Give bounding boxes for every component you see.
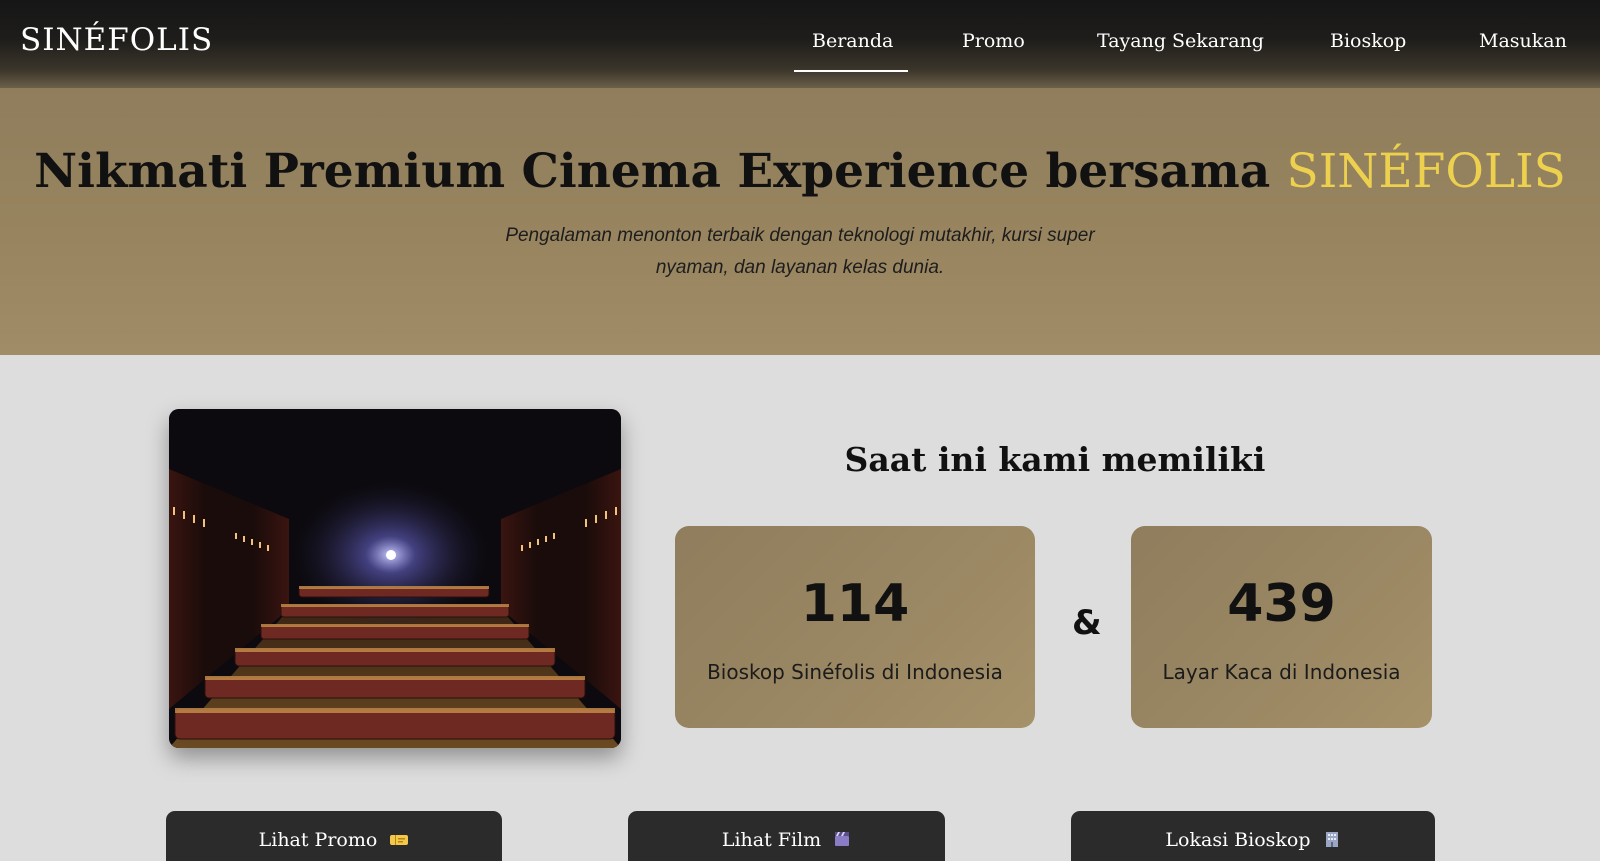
- stat-card-cinemas: 114 Bioskop Sinéfolis di Indonesia: [675, 526, 1035, 728]
- stats-heading: Saat ini kami memiliki: [844, 440, 1266, 479]
- nav-tayang-sekarang[interactable]: Tayang Sekarang: [1097, 30, 1264, 52]
- hero-title-brand: SINÉFOLIS: [1286, 144, 1566, 199]
- site-logo[interactable]: SINÉFOLIS: [20, 22, 213, 58]
- lihat-film-label: Lihat Film: [721, 829, 822, 851]
- hero-subtitle-line1: Pengalaman menonton terbaik dengan tekno…: [505, 225, 1095, 246]
- stat-label-screens: Layar Kaca di Indonesia: [1162, 660, 1401, 684]
- clapperboard-icon: [833, 830, 851, 853]
- lihat-promo-label: Lihat Promo: [258, 829, 378, 851]
- cinema-hall-image: [169, 409, 621, 748]
- lihat-promo-button[interactable]: Lihat Promo: [166, 811, 502, 861]
- hero-banner: Nikmati Premium Cinema Experience bersam…: [0, 88, 1600, 355]
- stats-connector: &: [1072, 603, 1102, 643]
- nav-active-underline: [794, 70, 908, 72]
- hero-title-text: Nikmati Premium Cinema Experience bersam…: [34, 144, 1271, 199]
- cinema-hall-illustration: [169, 409, 621, 748]
- top-navigation-bar: SINÉFOLIS Beranda Promo Tayang Sekarang …: [0, 0, 1600, 88]
- lokasi-bioskop-button[interactable]: Lokasi Bioskop: [1071, 811, 1435, 861]
- nav-beranda[interactable]: Beranda: [812, 30, 893, 52]
- hero-title: Nikmati Premium Cinema Experience bersam…: [0, 144, 1600, 199]
- building-icon: [1323, 830, 1341, 853]
- stat-card-screens: 439 Layar Kaca di Indonesia: [1131, 526, 1432, 728]
- nav-promo[interactable]: Promo: [962, 30, 1025, 52]
- stat-number-screens: 439: [1227, 574, 1336, 634]
- nav-bioskop[interactable]: Bioskop: [1330, 30, 1406, 52]
- ticket-icon: [389, 830, 409, 852]
- hero-subtitle-line2: nyaman, dan layanan kelas dunia.: [655, 257, 945, 278]
- stat-label-cinemas: Bioskop Sinéfolis di Indonesia: [707, 660, 1003, 684]
- lokasi-bioskop-label: Lokasi Bioskop: [1165, 829, 1311, 851]
- stat-number-cinemas: 114: [800, 574, 910, 634]
- hero-subtitle: Pengalaman menonton terbaik dengan tekno…: [480, 220, 1120, 284]
- lihat-film-button[interactable]: Lihat Film: [628, 811, 945, 861]
- nav-masukan[interactable]: Masukan: [1479, 30, 1567, 52]
